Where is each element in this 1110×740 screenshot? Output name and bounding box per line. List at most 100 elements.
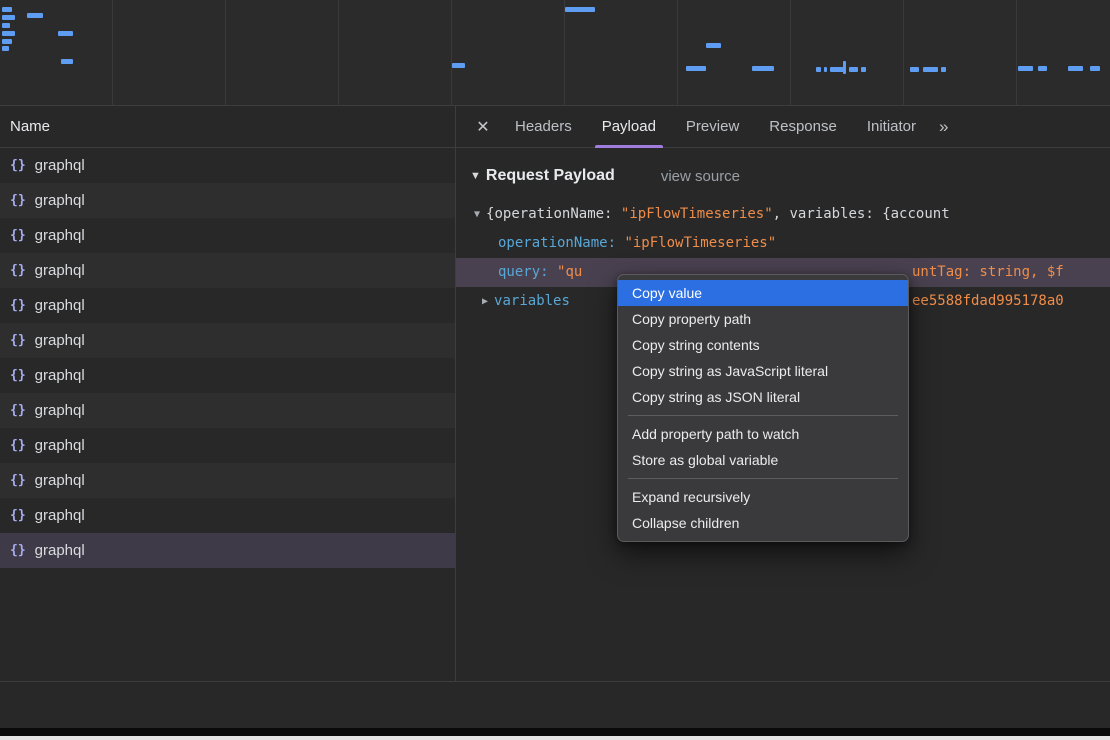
timeline-bar xyxy=(2,23,10,28)
window-bottom-edge xyxy=(0,736,1110,740)
request-name-label: graphql xyxy=(35,192,85,209)
timeline-bar xyxy=(686,66,706,71)
tree-text: {operationName: xyxy=(486,206,621,222)
menu-item[interactable]: Collapse children xyxy=(618,510,908,536)
timeline-bar xyxy=(843,61,846,74)
request-row[interactable]: {} graphql xyxy=(0,463,455,498)
request-name-label: graphql xyxy=(35,157,85,174)
menu-item[interactable]: Copy value xyxy=(618,280,908,306)
timeline-bar xyxy=(816,67,821,72)
request-row[interactable]: {}graphql xyxy=(0,533,455,568)
tab-strip: HeadersPayloadPreviewResponseInitiator xyxy=(500,106,931,148)
json-braces-icon: {} xyxy=(10,333,26,348)
request-row[interactable]: {} graphql xyxy=(0,183,455,218)
footer-empty-area xyxy=(0,682,1110,728)
timeline-bar xyxy=(752,66,774,71)
tree-text: , variables: {account xyxy=(773,206,950,222)
tab-payload[interactable]: Payload xyxy=(587,106,671,148)
disclosure-triangle-icon: ▶ xyxy=(482,296,494,307)
details-tab-bar: ✕ HeadersPayloadPreviewResponseInitiator… xyxy=(456,106,1110,148)
request-row[interactable]: {} graphql xyxy=(0,218,455,253)
request-row[interactable]: {} graphql xyxy=(0,148,455,183)
json-braces-icon: {} xyxy=(10,158,26,173)
json-braces-icon: {} xyxy=(10,403,26,418)
request-row[interactable]: {} graphql xyxy=(0,253,455,288)
tab-response[interactable]: Response xyxy=(754,106,852,148)
devtools-network-panel: Name {}graphql{}graphql{}graphql{}graphq… xyxy=(0,0,1110,740)
request-name-label: graphql xyxy=(35,227,85,244)
request-name-label: graphql xyxy=(35,262,85,279)
request-name-label: graphql xyxy=(35,367,85,384)
disclosure-triangle-icon: ▼ xyxy=(474,209,486,220)
timeline-bar xyxy=(941,67,946,72)
json-braces-icon: {} xyxy=(10,438,26,453)
request-name-label: graphql xyxy=(35,437,85,454)
request-row[interactable]: {}graphql xyxy=(0,323,455,358)
more-tabs-icon[interactable]: » xyxy=(939,117,948,137)
json-braces-icon: {} xyxy=(10,228,26,243)
request-row[interactable]: {}graphql xyxy=(0,358,455,393)
request-row[interactable]: {} graphql xyxy=(0,393,455,428)
json-braces-icon: {} xyxy=(10,508,26,523)
timeline-bar xyxy=(58,31,73,36)
tab-initiator[interactable]: Initiator xyxy=(852,106,931,148)
timeline-bar xyxy=(849,67,858,72)
request-name-label: graphql xyxy=(35,507,85,524)
timeline-bar xyxy=(1090,66,1100,71)
column-header-name[interactable]: Name xyxy=(0,106,455,148)
timeline-bar xyxy=(2,46,9,51)
timeline-bar xyxy=(61,59,73,64)
request-list: {} graphql {} graphql {} graphql {} graphql {} gr… xyxy=(0,148,455,568)
timeline-bar xyxy=(565,7,595,12)
tree-text: query: xyxy=(498,264,557,280)
request-name-label: graphql xyxy=(35,472,85,489)
menu-item[interactable]: Add property path to watch xyxy=(618,421,908,447)
tree-text: operationName: xyxy=(498,235,624,251)
json-braces-icon: {} xyxy=(10,193,26,208)
menu-item[interactable]: Copy string contents xyxy=(618,332,908,358)
request-payload-section-header[interactable]: ▼ Request Payload view source xyxy=(470,160,1110,192)
view-source-link[interactable]: view source xyxy=(661,168,740,185)
section-title: Request Payload xyxy=(486,167,615,185)
json-braces-icon: {} xyxy=(10,298,26,313)
request-name-label: graphql xyxy=(35,297,85,314)
menu-item[interactable]: Copy property path xyxy=(618,306,908,332)
tree-text: "ipFlowTimeseries" xyxy=(624,235,776,251)
section-disclosure-icon[interactable]: ▼ xyxy=(470,170,481,182)
timeline-bar xyxy=(2,7,12,12)
payload-tree-line[interactable]: operationName: "ipFlowTimeseries" xyxy=(456,229,1110,258)
tree-text-fragment: ee5588fdad995178a0 xyxy=(912,287,1064,316)
timeline-bar xyxy=(861,67,866,72)
timeline-bar xyxy=(824,67,827,72)
context-menu: Copy valueCopy property pathCopy string … xyxy=(617,274,909,542)
timeline-bar xyxy=(2,39,12,44)
menu-item[interactable]: Copy string as JSON literal xyxy=(618,384,908,410)
timeline-bar xyxy=(452,63,465,68)
request-row[interactable]: {} graphql xyxy=(0,428,455,463)
timeline-bar xyxy=(706,43,721,48)
request-name-label: graphql xyxy=(35,402,85,419)
json-braces-icon: {} xyxy=(10,263,26,278)
close-icon[interactable]: ✕ xyxy=(466,106,500,148)
json-braces-icon: {} xyxy=(10,473,26,488)
request-table: Name {}graphql{}graphql{}graphql{}graphq… xyxy=(0,106,456,732)
timeline-bar xyxy=(2,31,15,36)
request-row[interactable]: {} graphql xyxy=(0,288,455,323)
request-row[interactable]: {} graphql xyxy=(0,498,455,533)
menu-item[interactable]: Expand recursively xyxy=(618,484,908,510)
timeline-bar xyxy=(1068,66,1083,71)
timeline-bar xyxy=(1038,66,1047,71)
window-bottom-bar xyxy=(0,728,1110,736)
network-overview-timeline[interactable] xyxy=(0,0,1110,106)
menu-item[interactable]: Copy string as JavaScript literal xyxy=(618,358,908,384)
menu-separator xyxy=(628,415,898,416)
column-header-label: Name xyxy=(10,118,50,135)
menu-separator xyxy=(628,478,898,479)
menu-item[interactable]: Store as global variable xyxy=(618,447,908,473)
tab-headers[interactable]: Headers xyxy=(500,106,587,148)
tab-preview[interactable]: Preview xyxy=(671,106,754,148)
tree-text: "ipFlowTimeseries" xyxy=(621,206,773,222)
timeline-bar xyxy=(1018,66,1033,71)
payload-tree-line[interactable]: ▼ {operationName: "ipFlowTimeseries", va… xyxy=(456,200,1110,229)
timeline-bar xyxy=(27,13,43,18)
